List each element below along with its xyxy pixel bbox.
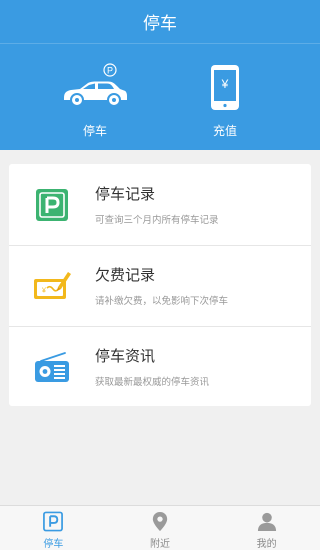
menu-item-arrears-records[interactable]: ¥ 欠费记录 请补缴欠费，以免影响下次停车 bbox=[9, 245, 311, 326]
menu-item-parking-news[interactable]: 停车资讯 获取最新最权威的停车资讯 bbox=[9, 326, 311, 407]
menu-item-title: 停车记录 bbox=[95, 185, 156, 203]
tab-parking[interactable]: 停车 bbox=[0, 506, 107, 550]
menu-card: 停车记录 可查询三个月内所有停车记录 ¥ 欠费记录 请补缴欠费，以免影响下次停车 bbox=[9, 164, 311, 406]
parking-badge: P bbox=[107, 66, 113, 76]
parking-tab-icon bbox=[43, 511, 64, 532]
parking-sign-icon bbox=[36, 188, 68, 221]
phone-yen-icon: ¥ bbox=[211, 65, 239, 110]
title-bar: 停车 bbox=[0, 0, 320, 44]
tab-label: 停车 bbox=[43, 539, 64, 550]
tab-label: 附近 bbox=[150, 539, 170, 550]
recharge-button[interactable]: ¥ 充值 bbox=[165, 60, 285, 144]
menu-item-subtitle: 请补缴欠费，以免影响下次停车 bbox=[95, 296, 229, 307]
location-pin-icon bbox=[152, 511, 168, 532]
svg-text:¥: ¥ bbox=[42, 287, 46, 294]
tab-nearby[interactable]: 附近 bbox=[107, 506, 214, 550]
tab-label: 我的 bbox=[256, 539, 277, 550]
menu-item-title: 停车资讯 bbox=[95, 347, 156, 365]
page-title: 停车 bbox=[143, 14, 177, 34]
menu-item-subtitle: 获取最新最权威的停车资讯 bbox=[95, 377, 210, 388]
ticket-pen-icon: ¥ bbox=[34, 271, 71, 299]
user-icon bbox=[257, 512, 276, 532]
menu-item-subtitle: 可查询三个月内所有停车记录 bbox=[95, 215, 219, 226]
tab-mine[interactable]: 我的 bbox=[213, 506, 320, 550]
header: 停车 P 停车 ¥ 充值 bbox=[0, 0, 320, 150]
yen-badge: ¥ bbox=[221, 77, 229, 91]
park-button[interactable]: P 停车 bbox=[35, 60, 155, 144]
menu-item-title: 欠费记录 bbox=[95, 266, 156, 284]
bottom-tab-bar: 停车 附近 我的 bbox=[0, 505, 320, 550]
radio-icon bbox=[35, 351, 69, 382]
recharge-label: 充值 bbox=[212, 124, 237, 138]
car-icon: P bbox=[64, 63, 127, 107]
menu-item-parking-records[interactable]: 停车记录 可查询三个月内所有停车记录 bbox=[9, 164, 311, 245]
park-label: 停车 bbox=[82, 124, 107, 138]
